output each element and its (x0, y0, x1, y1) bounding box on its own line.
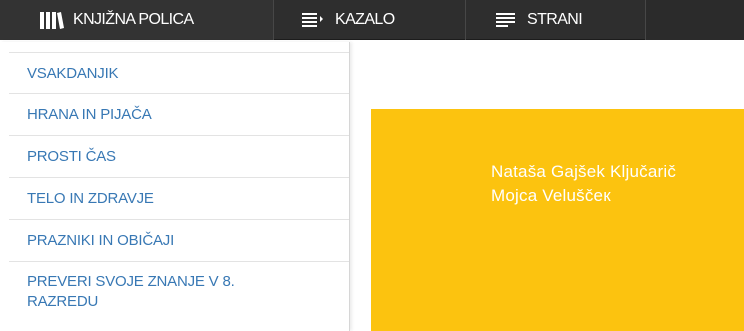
index-label: KAZALO (335, 11, 395, 28)
book-cover[interactable]: Nataša Gajšek Ključarič Mojca Veluščeк (371, 109, 744, 331)
text-lines-icon (496, 12, 518, 28)
menu-item-label: PREVERI SVOJE ZNANJE V 8. RAZREDU (27, 273, 235, 310)
author-1: Nataša Gajšek Ključarič (491, 162, 677, 181)
menu-item-prosti-cas[interactable]: PROSTI ČAS (9, 136, 349, 178)
pages-button[interactable]: STRANI (466, 0, 646, 40)
toolbar-filler (646, 0, 744, 40)
top-toolbar: KNJIŽNA POLICA KAZALO STRANI (0, 0, 744, 40)
menu-item-telo-in-zdravje[interactable]: TELO IN ZDRAVJE (9, 178, 349, 220)
menu-item-hrana-in-pijaca[interactable]: HRANA IN PIJAČA (9, 94, 349, 136)
bookshelf-button[interactable]: KNJIŽNA POLICA (0, 0, 274, 40)
bookshelf-label: KNJIŽNA POLICA (73, 11, 194, 28)
index-button[interactable]: KAZALO (274, 0, 466, 40)
books-icon (40, 11, 64, 29)
menu-item-vsakdanjik[interactable]: VSAKDANJIK (9, 52, 349, 94)
menu-item-prazniki-in-obicaji[interactable]: PRAZNIKI IN OBIČAJI (9, 220, 349, 262)
chapter-menu: VSAKDANJIK HRANA IN PIJAČA PROSTI ČAS TE… (0, 42, 350, 331)
author-2: Mojca Veluščeк (491, 186, 611, 205)
menu-item-preveri-svoje-znanje[interactable]: PREVERI SVOJE ZNANJE V 8. RAZREDU (9, 262, 349, 331)
list-arrow-icon (302, 12, 326, 28)
pages-label: STRANI (527, 11, 583, 28)
